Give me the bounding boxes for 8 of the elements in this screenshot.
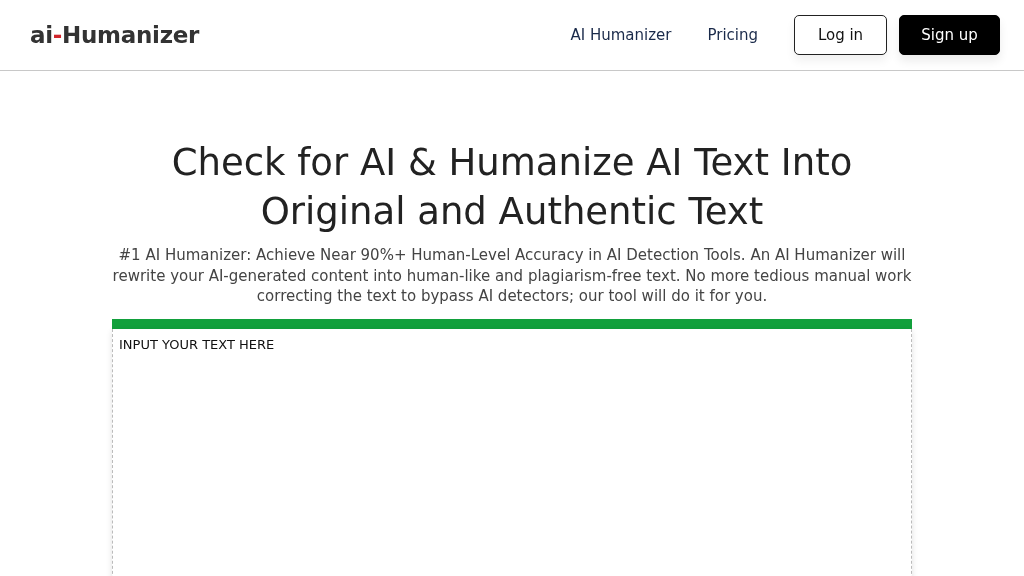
login-button[interactable]: Log in xyxy=(794,15,887,55)
logo[interactable]: ai-Humanizer xyxy=(30,22,200,48)
description: #1 AI Humanizer: Achieve Near 90%+ Human-Level Accuracy in AI Detection Tools. An AI Humanizer will rewrite your AI-generated content into human-like and plagiarism-free text. No more tedious manual work correcting the text to bypass AI detectors; our tool will do it for you. xyxy=(112,245,912,307)
page-title: Check for AI & Humanize AI Text Into Original and Authentic Text xyxy=(170,140,854,235)
nav-link[interactable]: Pricing xyxy=(707,26,758,44)
nav-link[interactable]: AI Humanizer xyxy=(570,26,672,44)
signup-button[interactable]: Sign up xyxy=(899,15,1000,55)
text-input-field[interactable]: INPUT YOUR TEXT HERE xyxy=(112,328,912,576)
